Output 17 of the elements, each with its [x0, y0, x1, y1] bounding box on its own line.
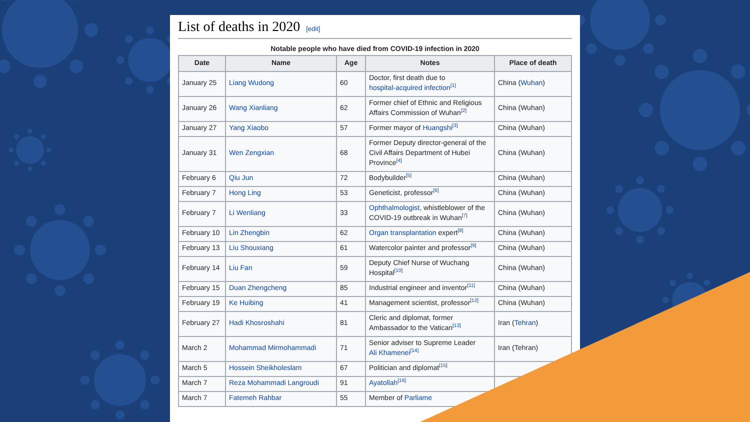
- reference-link[interactable]: [14]: [410, 348, 419, 354]
- reference-link[interactable]: [1]: [450, 83, 456, 89]
- reference-link[interactable]: [15]: [439, 363, 448, 369]
- reference-link[interactable]: [5]: [406, 173, 412, 179]
- reference-link[interactable]: [7]: [462, 213, 468, 219]
- reference-link[interactable]: [8]: [458, 228, 464, 234]
- reference-link[interactable]: [12]: [470, 298, 479, 304]
- reference-link[interactable]: [2]: [460, 108, 467, 114]
- reference-link[interactable]: [9]: [470, 243, 476, 249]
- reference-link[interactable]: [10]: [394, 268, 403, 274]
- reference-link[interactable]: [3]: [452, 123, 458, 129]
- reference-link[interactable]: [16]: [398, 378, 406, 384]
- reference-link[interactable]: [13]: [452, 323, 461, 329]
- section-title: List of deaths in 2020: [178, 20, 300, 36]
- reference-link[interactable]: [6]: [433, 188, 439, 194]
- reference-link[interactable]: [11]: [467, 283, 476, 289]
- reference-link[interactable]: [4]: [396, 158, 402, 164]
